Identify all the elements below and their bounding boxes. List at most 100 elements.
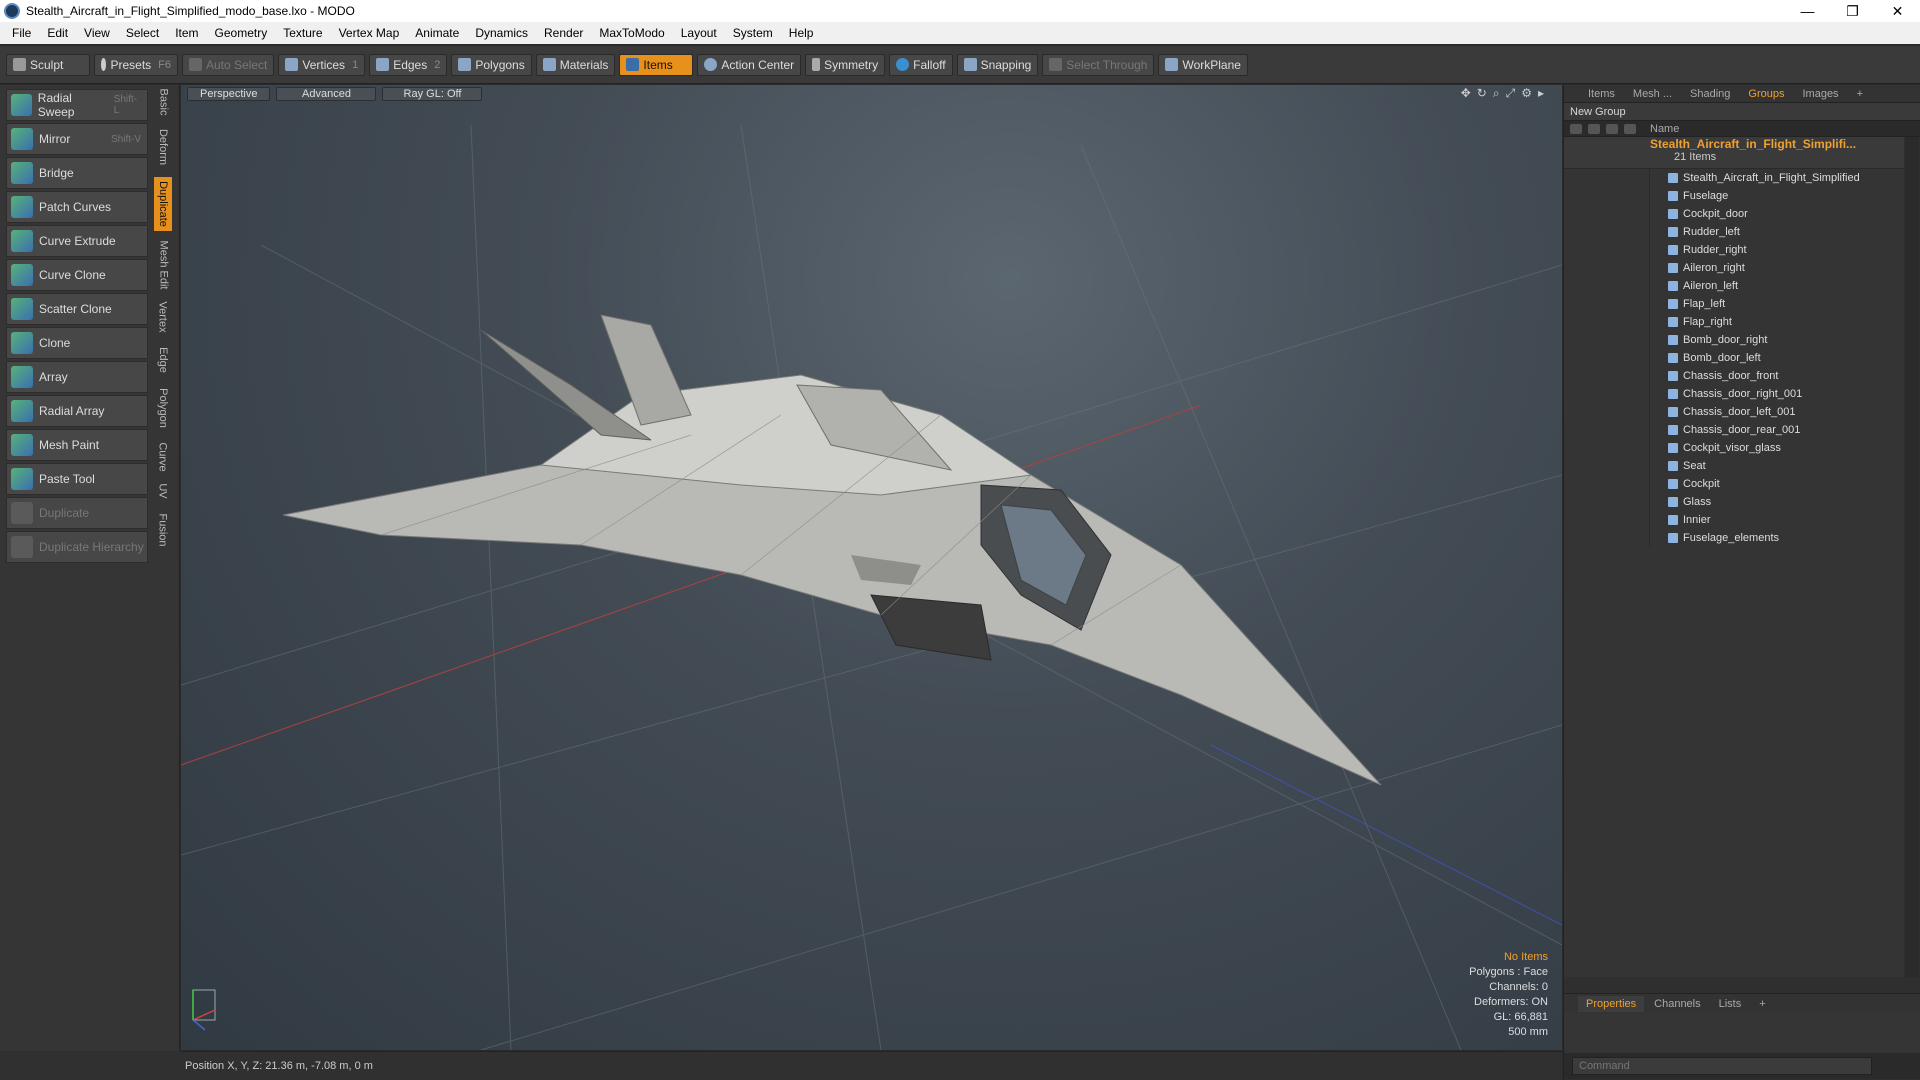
tab-shading[interactable]: Shading <box>1682 88 1738 100</box>
tab-images[interactable]: Images <box>1794 88 1846 100</box>
root-group[interactable]: Stealth_Aircraft_in_Flight_Simplifi... 2… <box>1564 137 1904 169</box>
expand-arrow-icon[interactable]: ▸ <box>1538 86 1544 101</box>
menu-dynamics[interactable]: Dynamics <box>467 26 536 40</box>
tab-mesh[interactable]: Mesh ... <box>1625 88 1680 100</box>
tab-basic[interactable]: Basic <box>154 87 172 117</box>
array-tool[interactable]: Array <box>6 361 148 393</box>
tab-fusion[interactable]: Fusion <box>154 509 172 551</box>
materials-button[interactable]: Materials <box>535 53 616 76</box>
group-item-row[interactable]: Bomb_door_right <box>1564 331 1904 349</box>
symmetry-button[interactable]: Symmetry <box>805 53 886 76</box>
presets-button[interactable]: Presets F6 <box>94 53 178 76</box>
radial-array-tool[interactable]: Radial Array <box>6 395 148 427</box>
group-item-row[interactable]: Aileron_right <box>1564 259 1904 277</box>
group-item-row[interactable]: Bomb_door_left <box>1564 349 1904 367</box>
tab-properties[interactable]: Properties <box>1578 995 1645 1012</box>
polygons-button[interactable]: Polygons <box>451 53 532 76</box>
group-item-row[interactable]: Chassis_door_right_001 <box>1564 385 1904 403</box>
tab-polygon[interactable]: Polygon <box>154 383 172 433</box>
shading-advanced-dropdown[interactable]: Advanced <box>276 87 377 101</box>
mesh-paint-tool[interactable]: Mesh Paint <box>6 429 148 461</box>
edges-button[interactable]: Edges 2 <box>369 53 448 76</box>
tab-groups[interactable]: Groups <box>1740 88 1792 100</box>
falloff-button[interactable]: Falloff <box>889 53 953 76</box>
patch-curves-tool[interactable]: Patch Curves <box>6 191 148 223</box>
add-tab-button[interactable]: + <box>1849 88 1871 100</box>
menu-render[interactable]: Render <box>536 26 591 40</box>
group-item-row[interactable]: Glass <box>1564 493 1904 511</box>
menu-geometry[interactable]: Geometry <box>207 26 276 40</box>
group-item-row[interactable]: Cockpit_visor_glass <box>1564 439 1904 457</box>
pan-icon[interactable]: ✥ <box>1461 86 1471 101</box>
paste-tool[interactable]: Paste Tool <box>6 463 148 495</box>
group-item-row[interactable]: Chassis_door_rear_001 <box>1564 421 1904 439</box>
group-item-row[interactable]: Rudder_right <box>1564 241 1904 259</box>
group-item-row[interactable]: Cockpit <box>1564 475 1904 493</box>
close-button[interactable]: ✕ <box>1875 0 1920 22</box>
curve-extrude-tool[interactable]: Curve Extrude <box>6 225 148 257</box>
menu-file[interactable]: File <box>4 26 39 40</box>
menu-texture[interactable]: Texture <box>275 26 330 40</box>
menu-select[interactable]: Select <box>118 26 167 40</box>
tab-vertex[interactable]: Vertex <box>154 297 172 337</box>
group-item-row[interactable]: Seat <box>1564 457 1904 475</box>
tab-lists[interactable]: Lists <box>1711 996 1750 1012</box>
vertices-button[interactable]: Vertices 1 <box>278 53 366 76</box>
menu-animate[interactable]: Animate <box>407 26 467 40</box>
mirror-tool[interactable]: Mirror Shift-V <box>6 123 148 155</box>
select-icon[interactable] <box>1624 123 1636 134</box>
group-item-row[interactable]: Flap_left <box>1564 295 1904 313</box>
settings-gear-icon[interactable]: ⚙ <box>1521 86 1532 101</box>
tab-channels[interactable]: Channels <box>1646 996 1708 1012</box>
group-item-row[interactable]: Stealth_Aircraft_in_Flight_Simplified <box>1564 169 1904 187</box>
lock-icon[interactable] <box>1606 123 1618 134</box>
3d-viewport[interactable]: Perspective Advanced Ray GL: Off ✥ ↻ ⌕ ⤢… <box>181 85 1562 1050</box>
bridge-tool[interactable]: Bridge <box>6 157 148 189</box>
workplane-button[interactable]: WorkPlane <box>1158 53 1248 76</box>
menu-help[interactable]: Help <box>781 26 822 40</box>
duplicate-hierarchy-tool[interactable]: Duplicate Hierarchy <box>6 531 148 563</box>
group-item-row[interactable]: Cockpit_door <box>1564 205 1904 223</box>
new-group-button[interactable]: New Group <box>1564 103 1920 121</box>
group-item-row[interactable]: Fuselage_elements <box>1564 529 1904 547</box>
menu-layout[interactable]: Layout <box>673 26 725 40</box>
auto-select-button[interactable]: Auto Select <box>182 53 275 76</box>
menu-system[interactable]: System <box>725 26 781 40</box>
orbit-icon[interactable]: ↻ <box>1477 86 1487 101</box>
menu-maxtomodo[interactable]: MaxToModo <box>591 26 672 40</box>
menu-item[interactable]: Item <box>167 26 206 40</box>
tab-deform[interactable]: Deform <box>154 125 172 169</box>
eye-icon[interactable] <box>1570 123 1582 134</box>
items-button[interactable]: Items <box>619 53 694 76</box>
tab-uv[interactable]: UV <box>154 479 172 503</box>
group-item-row[interactable]: Fuselage <box>1564 187 1904 205</box>
view-perspective-dropdown[interactable]: Perspective <box>187 87 271 101</box>
group-item-row[interactable]: Rudder_left <box>1564 223 1904 241</box>
menu-view[interactable]: View <box>76 26 118 40</box>
action-center-button[interactable]: Action Center <box>697 53 802 76</box>
maximize-icon[interactable]: ⤢ <box>1506 86 1516 101</box>
groups-scrollbar[interactable] <box>1905 137 1919 977</box>
select-through-button[interactable]: Select Through <box>1042 53 1155 76</box>
group-item-row[interactable]: Flap_right <box>1564 313 1904 331</box>
snapping-button[interactable]: Snapping <box>956 53 1039 76</box>
sculpt-button[interactable]: Sculpt <box>6 53 90 76</box>
tab-duplicate[interactable]: Duplicate <box>154 177 172 231</box>
group-item-row[interactable]: Chassis_door_front <box>1564 367 1904 385</box>
group-item-row[interactable]: Aileron_left <box>1564 277 1904 295</box>
raygl-toggle[interactable]: Ray GL: Off <box>382 87 483 101</box>
name-column-header[interactable]: Name <box>1650 123 1679 135</box>
add-prop-tab-button[interactable]: + <box>1751 996 1773 1012</box>
menu-edit[interactable]: Edit <box>39 26 76 40</box>
menu-vertex-map[interactable]: Vertex Map <box>331 26 408 40</box>
curve-clone-tool[interactable]: Curve Clone <box>6 259 148 291</box>
tab-edge[interactable]: Edge <box>154 343 172 377</box>
tab-curve[interactable]: Curve <box>154 439 172 475</box>
command-input[interactable] <box>1572 1057 1872 1075</box>
render-icon[interactable] <box>1588 123 1600 134</box>
duplicate-tool[interactable]: Duplicate <box>6 497 148 529</box>
clone-tool[interactable]: Clone <box>6 327 148 359</box>
minimize-button[interactable]: — <box>1785 0 1830 22</box>
zoom-icon[interactable]: ⌕ <box>1493 86 1500 101</box>
radial-sweep-tool[interactable]: Radial Sweep Shift-L <box>6 89 148 121</box>
